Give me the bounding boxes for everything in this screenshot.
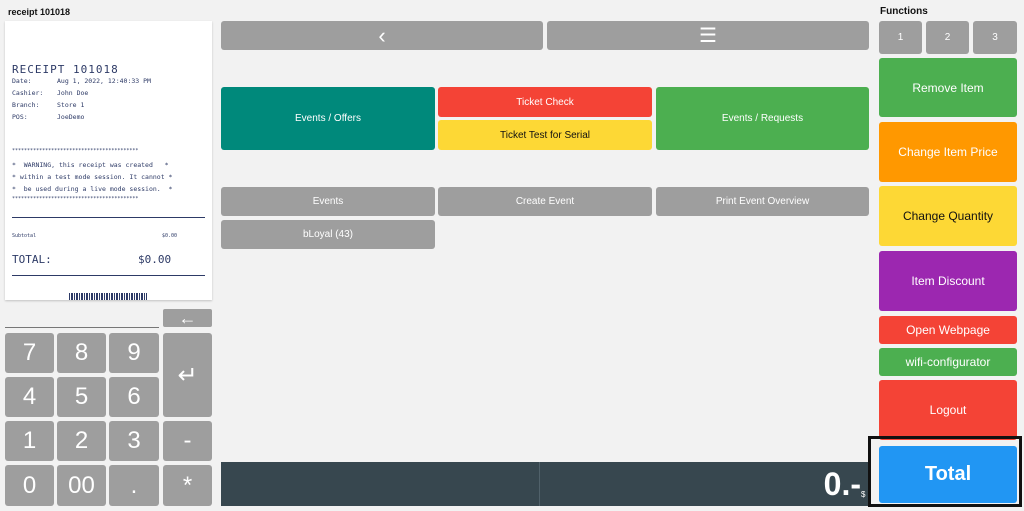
events-offers-button[interactable]: Events / Offers (221, 87, 435, 150)
logout-button[interactable]: Logout (879, 380, 1017, 440)
amount-display-bar (221, 462, 869, 506)
backspace-icon: ← (178, 307, 197, 328)
receipt-divider (12, 217, 205, 218)
numpad-key-1[interactable]: 1 (5, 421, 54, 461)
ticket-test-serial-button[interactable]: Ticket Test for Serial (438, 120, 652, 150)
change-item-price-button[interactable]: Change Item Price (879, 122, 1017, 182)
receipt-preview: RECEIPT 101018 Date: Aug 1, 2022, 12:40:… (5, 21, 212, 300)
receipt-cashier-value: John Doe (57, 89, 89, 97)
amount-bar-divider (539, 462, 540, 506)
numpad-key-4[interactable]: 4 (5, 377, 54, 417)
numpad-key-0[interactable]: 0 (5, 465, 54, 506)
receipt-cashier-key: Cashier: (12, 89, 44, 97)
events-button[interactable]: Events (221, 187, 435, 216)
receipt-heading: RECEIPT 101018 (12, 63, 119, 76)
numpad-key-9[interactable]: 9 (109, 333, 159, 373)
receipt-date-value: Aug 1, 2022, 12:40:33 PM (57, 77, 151, 85)
receipt-subtotal-label: Subtotal (12, 233, 37, 239)
receipt-warning-line-3: * be used during a live mode session. * (12, 185, 173, 193)
enter-button[interactable]: ↵ (163, 333, 212, 417)
chevron-left-icon: ‹ (378, 22, 386, 48)
numpad-display-line (5, 327, 159, 328)
numpad-key-00[interactable]: 00 (57, 465, 106, 506)
enter-icon: ↵ (177, 361, 198, 389)
create-event-button[interactable]: Create Event (438, 187, 652, 216)
backspace-button[interactable]: ← (163, 307, 212, 328)
print-event-overview-button[interactable]: Print Event Overview (656, 187, 869, 216)
wifi-configurator-button[interactable]: wifi-configurator (879, 348, 1017, 376)
numpad-key-minus[interactable]: - (163, 421, 212, 461)
currency-symbol: $ (861, 490, 866, 499)
total-highlight-frame (868, 436, 1022, 507)
receipt-warning-line-1: * WARNING, this receipt was created * (12, 161, 169, 169)
remove-item-button[interactable]: Remove Item (879, 58, 1017, 117)
receipt-divider (12, 275, 205, 276)
receipt-pos-value: JoeDemo (57, 113, 85, 121)
numpad-key-7[interactable]: 7 (5, 333, 54, 373)
ticket-check-button[interactable]: Ticket Check (438, 87, 652, 117)
receipt-number-title: receipt 101018 (8, 7, 71, 17)
receipt-date-key: Date: (12, 77, 32, 85)
item-discount-button[interactable]: Item Discount (879, 251, 1017, 311)
open-webpage-button[interactable]: Open Webpage (879, 316, 1017, 344)
receipt-stars-top: ****************************************… (12, 148, 139, 154)
function-page-1-button[interactable]: 1 (879, 21, 922, 54)
barcode-image (69, 293, 147, 300)
bloyal-button[interactable]: bLoyal (43) (221, 220, 435, 249)
receipt-stars-bottom: ****************************************… (12, 196, 139, 202)
amount-display: 0.- (823, 466, 861, 502)
change-quantity-button[interactable]: Change Quantity (879, 186, 1017, 246)
function-page-3-button[interactable]: 3 (973, 21, 1017, 54)
receipt-total-value: $0.00 (138, 253, 172, 266)
numpad-key-3[interactable]: 3 (109, 421, 159, 461)
function-page-2-button[interactable]: 2 (926, 21, 969, 54)
receipt-warning-line-2: * within a test mode session. It cannot … (12, 173, 173, 181)
receipt-branch-value: Store 1 (57, 101, 85, 109)
receipt-total-label: TOTAL: (12, 253, 52, 266)
numpad-key-8[interactable]: 8 (57, 333, 106, 373)
functions-title: Functions (880, 6, 928, 17)
numpad-key-5[interactable]: 5 (57, 377, 106, 417)
back-button[interactable]: ‹ (221, 21, 543, 50)
receipt-pos-key: POS: (12, 113, 28, 121)
numpad-key-decimal[interactable]: . (109, 465, 159, 506)
receipt-subtotal-value: $0.00 (162, 233, 178, 239)
events-requests-button[interactable]: Events / Requests (656, 87, 869, 150)
numpad-key-6[interactable]: 6 (109, 377, 159, 417)
menu-button[interactable]: ☰ (547, 21, 869, 50)
hamburger-menu-icon: ☰ (699, 25, 717, 47)
receipt-branch-key: Branch: (12, 101, 40, 109)
numpad-key-2[interactable]: 2 (57, 421, 106, 461)
numpad-key-multiply[interactable]: * (163, 465, 212, 506)
